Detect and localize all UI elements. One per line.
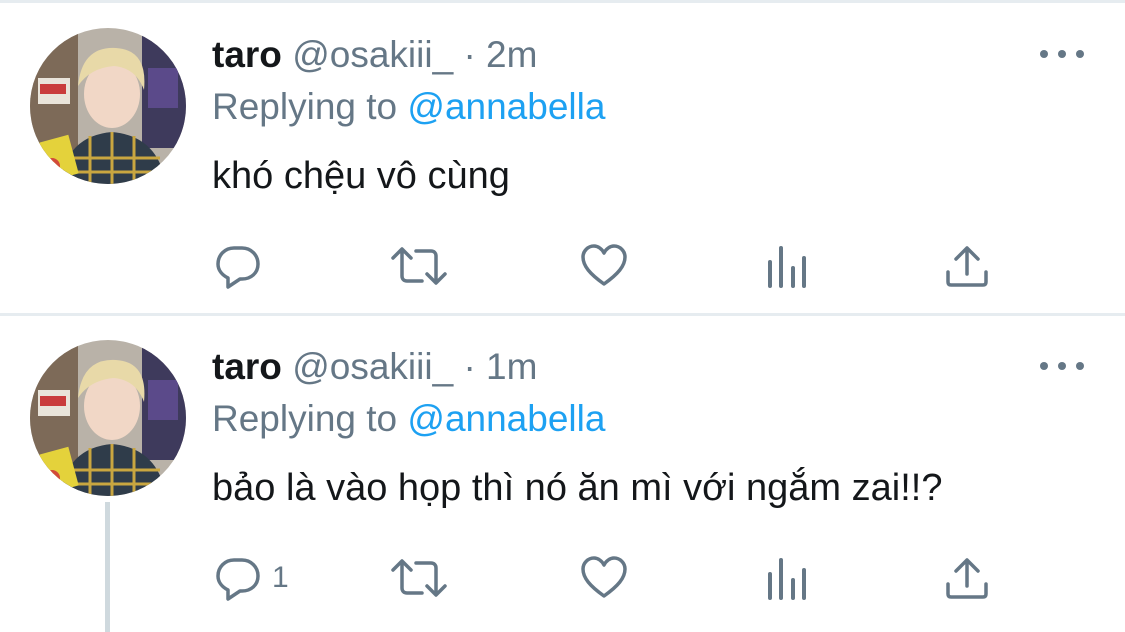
tweet[interactable]: taro @osakiii_ · 2m Replying to @annabel… bbox=[0, 0, 1125, 313]
share-icon bbox=[946, 246, 988, 287]
mention-link[interactable]: @annabella bbox=[407, 86, 605, 127]
reply-icon bbox=[216, 246, 260, 289]
avatar-photo bbox=[30, 340, 186, 496]
tweet-text: khó chệu vô cùng bbox=[212, 155, 510, 197]
tweet-text: bảo là vào họp thì nó ăn mì với ngắm zai… bbox=[212, 467, 943, 509]
like-button[interactable] bbox=[580, 240, 628, 292]
tweet[interactable]: taro @osakiii_ · 1m Replying to @annabel… bbox=[0, 316, 1125, 632]
like-button[interactable] bbox=[580, 552, 628, 604]
timestamp[interactable]: 1m bbox=[486, 346, 537, 387]
retweet-icon bbox=[391, 559, 447, 597]
analytics-button[interactable] bbox=[766, 240, 810, 292]
mention-link[interactable]: @annabella bbox=[407, 398, 605, 439]
share-icon bbox=[946, 558, 988, 599]
separator-dot: · bbox=[463, 34, 476, 75]
more-options-icon[interactable] bbox=[1040, 40, 1084, 68]
avatar[interactable] bbox=[30, 28, 186, 184]
retweet-button[interactable] bbox=[390, 240, 448, 292]
tweet-actions: 1 bbox=[0, 552, 1125, 604]
analytics-button[interactable] bbox=[766, 552, 810, 604]
analytics-icon bbox=[768, 558, 806, 600]
tweet-header: taro @osakiii_ · 1m bbox=[212, 344, 537, 390]
heart-icon bbox=[581, 556, 627, 598]
share-button[interactable] bbox=[944, 240, 990, 292]
separator-dot: · bbox=[463, 346, 476, 387]
retweet-button[interactable] bbox=[390, 552, 448, 604]
replying-to-label: Replying to bbox=[212, 86, 398, 127]
tweet-actions bbox=[0, 240, 1125, 292]
tweet-header: taro @osakiii_ · 2m bbox=[212, 32, 537, 78]
reply-button[interactable]: 1 bbox=[214, 552, 289, 604]
avatar-photo bbox=[30, 28, 186, 184]
reply-count: 1 bbox=[272, 561, 289, 594]
analytics-icon bbox=[768, 246, 806, 288]
user-handle[interactable]: @osakiii_ bbox=[292, 34, 453, 75]
reply-button[interactable] bbox=[214, 240, 272, 292]
heart-icon bbox=[581, 244, 627, 286]
reply-icon bbox=[216, 558, 260, 601]
replying-to-label: Replying to bbox=[212, 398, 398, 439]
replying-to-line: Replying to @annabella bbox=[212, 396, 605, 442]
replying-to-line: Replying to @annabella bbox=[212, 84, 605, 130]
display-name[interactable]: taro bbox=[212, 34, 282, 75]
display-name[interactable]: taro bbox=[212, 346, 282, 387]
share-button[interactable] bbox=[944, 552, 990, 604]
retweet-icon bbox=[391, 247, 447, 285]
avatar[interactable] bbox=[30, 340, 186, 496]
user-handle[interactable]: @osakiii_ bbox=[292, 346, 453, 387]
timestamp[interactable]: 2m bbox=[486, 34, 537, 75]
more-options-icon[interactable] bbox=[1040, 352, 1084, 380]
